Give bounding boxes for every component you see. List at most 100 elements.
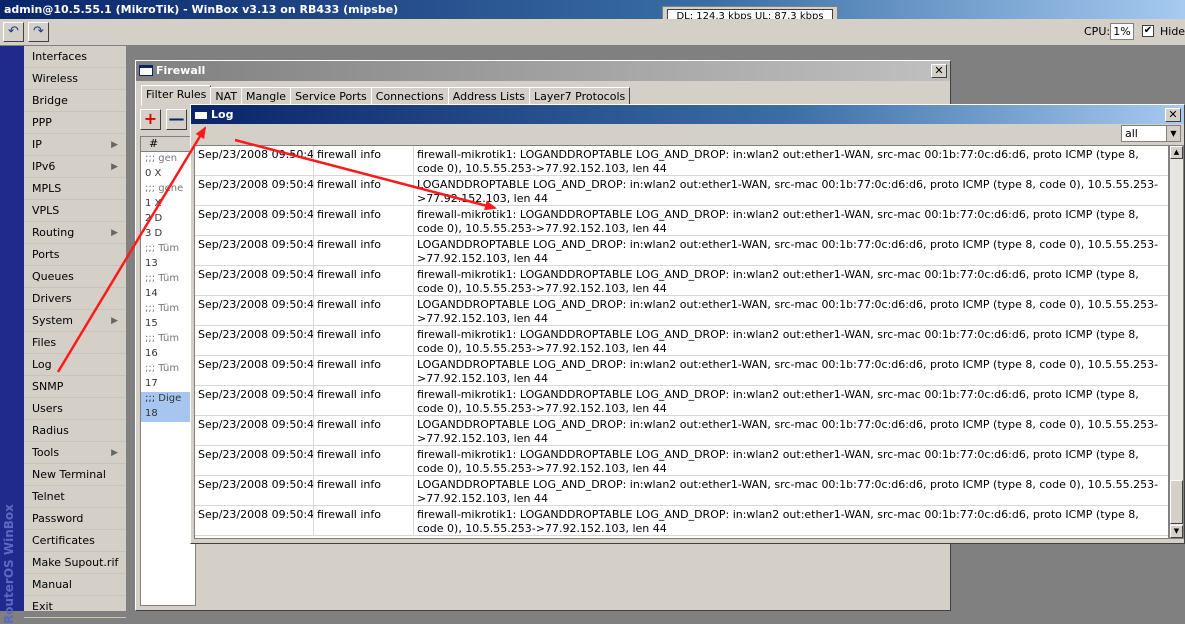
table-row[interactable]: 3 D	[141, 227, 195, 242]
log-topics: firewall info	[314, 266, 414, 295]
column-header[interactable]: #	[141, 137, 195, 152]
log-row[interactable]: Sep/23/2008 09:50:48 firewall info firewal…	[195, 326, 1168, 356]
log-time: Sep/23/2008 09:50:48	[195, 386, 314, 415]
hide-checkbox[interactable]: ✔	[1142, 25, 1154, 37]
undo-icon[interactable]: ↶	[3, 22, 24, 42]
redo-icon[interactable]: ↷	[28, 22, 49, 42]
log-time: Sep/23/2008 09:50:48	[195, 206, 314, 235]
brand-strip: RouterOS WinBox	[0, 46, 24, 624]
menu-item-drivers[interactable]: Drivers	[24, 288, 126, 310]
menu-item-label: Wireless	[32, 72, 79, 85]
menu-item-certificates[interactable]: Certificates	[24, 530, 126, 552]
firewall-title-bar[interactable]: Firewall ✕	[136, 61, 950, 81]
log-topics: firewall info	[314, 476, 414, 505]
window-title: admin@10.5.55.1 (MikroTik) - WinBox v3.1…	[4, 3, 399, 16]
table-row[interactable]: ;;; Dige	[141, 392, 195, 407]
log-row[interactable]: Sep/23/2008 09:50:48 firewall info firewal…	[195, 506, 1168, 536]
menu-item-ipv6[interactable]: IPv6 ▶	[24, 156, 126, 178]
add-icon[interactable]: +	[140, 109, 161, 130]
menu-item-ports[interactable]: Ports	[24, 244, 126, 266]
menu-item-ip[interactable]: IP ▶	[24, 134, 126, 156]
close-icon[interactable]: ✕	[1165, 108, 1181, 122]
table-row[interactable]: ;;; gen	[141, 152, 195, 167]
menu-item-interfaces[interactable]: Interfaces	[24, 46, 126, 68]
menu-item-label: VPLS	[32, 204, 60, 217]
menu-item-tools[interactable]: Tools ▶	[24, 442, 126, 464]
menu-item-routing[interactable]: Routing ▶	[24, 222, 126, 244]
menu-item-snmp[interactable]: SNMP	[24, 376, 126, 398]
table-row[interactable]: ;;; Tüm	[141, 242, 195, 257]
table-row[interactable]: 15	[141, 317, 195, 332]
menu-item-label: Routing	[32, 226, 75, 239]
close-icon[interactable]: ✕	[931, 64, 947, 78]
menu-item-radius[interactable]: Radius	[24, 420, 126, 442]
log-row[interactable]: Sep/23/2008 09:50:48 firewall info LOGANDD…	[195, 296, 1168, 326]
menu-item-wireless[interactable]: Wireless	[24, 68, 126, 90]
log-row[interactable]: Sep/23/2008 09:50:48 firewall info LOGANDD…	[195, 416, 1168, 446]
table-row[interactable]: 2 D	[141, 212, 195, 227]
menu-item-label: Exit	[32, 600, 53, 613]
menu-item-telnet[interactable]: Telnet	[24, 486, 126, 508]
log-filter-value: all	[1125, 127, 1138, 140]
menu-item-label: Make Supout.rif	[32, 556, 119, 569]
scroll-down-icon[interactable]: ▼	[1170, 525, 1183, 538]
log-row[interactable]: Sep/23/2008 09:50:48 firewall info LOGANDD…	[195, 236, 1168, 266]
log-title-bar[interactable]: Log ✕	[191, 105, 1184, 124]
log-row[interactable]: Sep/23/2008 09:50:48 firewall info LOGANDD…	[195, 476, 1168, 506]
table-row[interactable]: 18	[141, 407, 195, 422]
chevron-right-icon: ▶	[111, 162, 118, 172]
menu-item-system[interactable]: System ▶	[24, 310, 126, 332]
menu-item-label: Ports	[32, 248, 60, 261]
menu-item-queues[interactable]: Queues	[24, 266, 126, 288]
chevron-down-icon[interactable]: ▼	[1166, 126, 1180, 141]
log-message: firewall-mikrotik1: LOGANDDROPTABLE LOG_…	[417, 508, 1139, 535]
menu-item-log[interactable]: Log	[24, 354, 126, 376]
menu-item-label: Queues	[32, 270, 74, 283]
menu-item-files[interactable]: Files	[24, 332, 126, 354]
table-row[interactable]: ;;; Tüm	[141, 302, 195, 317]
log-message: firewall-mikrotik1: LOGANDDROPTABLE LOG_…	[417, 328, 1139, 355]
menu-item-ppp[interactable]: PPP	[24, 112, 126, 134]
log-row[interactable]: Sep/23/2008 09:50:48 firewall info firewal…	[195, 386, 1168, 416]
table-row[interactable]: 1 X	[141, 197, 195, 212]
remove-icon[interactable]: —	[166, 109, 187, 130]
chevron-right-icon: ▶	[111, 140, 118, 150]
menu-item-manual[interactable]: Manual	[24, 574, 126, 596]
firewall-tabs: Filter Rules NAT Mangle Service Ports Connec…	[141, 85, 631, 106]
table-row[interactable]: ;;; Tüm	[141, 332, 195, 347]
menu-item-label: IP	[32, 138, 42, 151]
log-topics: firewall info	[314, 206, 414, 235]
menu-item-label: MPLS	[32, 182, 62, 195]
scroll-thumb[interactable]	[1170, 480, 1183, 524]
log-row[interactable]: Sep/23/2008 09:50:48 firewall info LOGANDD…	[195, 356, 1168, 386]
tab-filter-rules[interactable]: Filter Rules	[141, 85, 212, 106]
menu-item-label: Log	[32, 358, 52, 371]
table-row[interactable]: 17	[141, 377, 195, 392]
log-time: Sep/23/2008 09:50:48	[195, 296, 314, 325]
menu-item-password[interactable]: Password	[24, 508, 126, 530]
menu-item-users[interactable]: Users	[24, 398, 126, 420]
log-topics: firewall info	[314, 146, 414, 175]
menu-item-mpls[interactable]: MPLS	[24, 178, 126, 200]
menu-item-new-terminal[interactable]: New Terminal	[24, 464, 126, 486]
table-row[interactable]: ;;; Tüm	[141, 272, 195, 287]
log-row[interactable]: Sep/23/2008 09:50:48 firewall info firewal…	[195, 266, 1168, 296]
log-scrollbar[interactable]: ▲ ▼	[1169, 145, 1184, 539]
log-filter-select[interactable]: all ▼	[1121, 125, 1181, 142]
menu-item-bridge[interactable]: Bridge	[24, 90, 126, 112]
log-row[interactable]: Sep/23/2008 09:50:48 firewall info LOGANDD…	[195, 176, 1168, 206]
menu-item-vpls[interactable]: VPLS	[24, 200, 126, 222]
log-row[interactable]: Sep/23/2008 09:50:48 firewall info firewal…	[195, 206, 1168, 236]
table-row[interactable]: 0 X	[141, 167, 195, 182]
table-row[interactable]: 13	[141, 257, 195, 272]
table-row[interactable]: ;;; Tüm	[141, 362, 195, 377]
table-row[interactable]: 16	[141, 347, 195, 362]
table-row[interactable]: 14	[141, 287, 195, 302]
scroll-up-icon[interactable]: ▲	[1170, 146, 1183, 159]
menu-item-make-supout-rif[interactable]: Make Supout.rif	[24, 552, 126, 574]
table-row[interactable]: ;;; gene	[141, 182, 195, 197]
menu-item-exit[interactable]: Exit	[24, 596, 126, 618]
log-row[interactable]: Sep/23/2008 09:50:48 firewall info firewal…	[195, 146, 1168, 176]
log-time: Sep/23/2008 09:50:48	[195, 236, 314, 265]
log-row[interactable]: Sep/23/2008 09:50:48 firewall info firewal…	[195, 446, 1168, 476]
